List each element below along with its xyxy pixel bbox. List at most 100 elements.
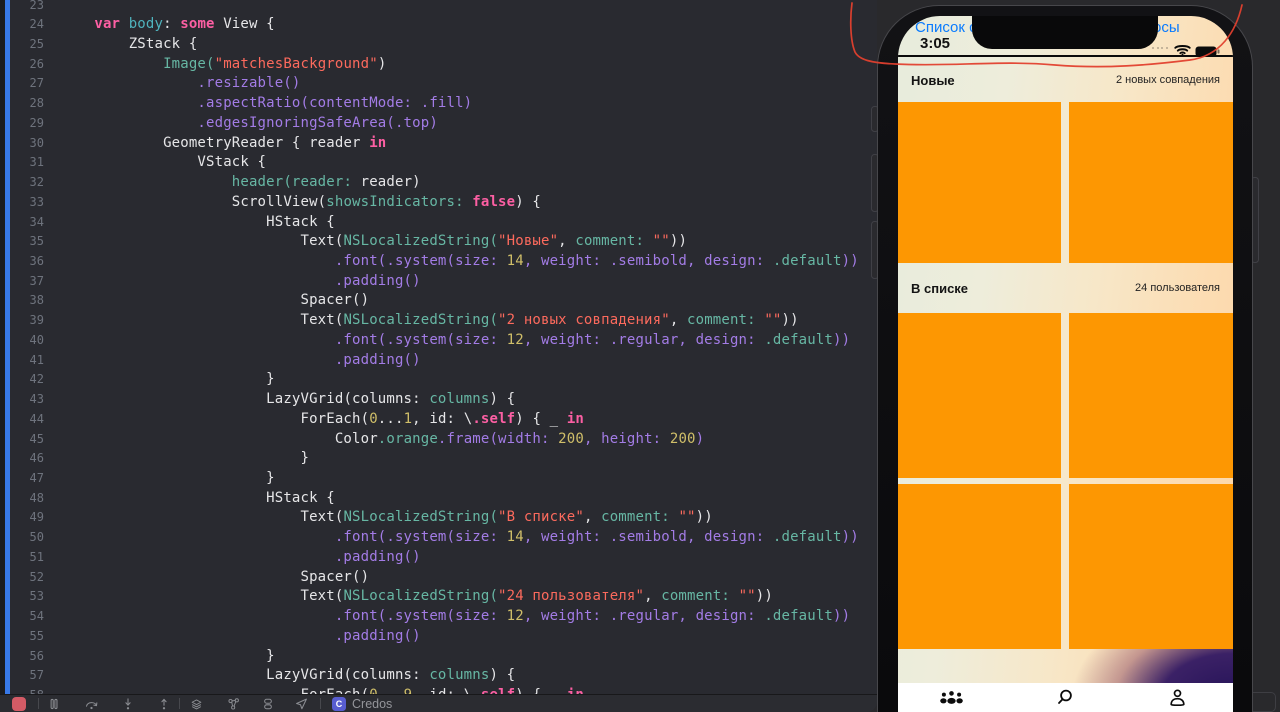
line-number: 52 (29, 569, 44, 584)
code-line-25: ZStack { (128, 35, 198, 52)
tab-bar (898, 683, 1233, 712)
line-number: 46 (29, 451, 44, 466)
location-button[interactable] (294, 696, 309, 712)
code-line-47: } (266, 470, 275, 487)
line-number: 56 (29, 648, 44, 663)
status-time: 3:05 (920, 35, 951, 52)
view-hierarchy-button[interactable] (189, 696, 204, 712)
code-line-36: .font(.system(size: 14, weight: .semibol… (334, 252, 859, 269)
divider (38, 698, 39, 709)
line-number: 25 (29, 36, 44, 51)
section-title: В списке (911, 280, 969, 296)
line-number: 27 (29, 76, 44, 91)
step-into-button[interactable] (121, 696, 135, 712)
match-cell[interactable] (1069, 102, 1233, 263)
line-number: 44 (29, 411, 44, 426)
code-line-56: } (266, 647, 275, 664)
code-line-37: .padding() (334, 272, 421, 289)
code-line-49: Text(NSLocalizedString("В списке", comme… (300, 509, 713, 526)
line-number: 47 (29, 471, 44, 486)
code-line-54: .font(.system(size: 12, weight: .regular… (334, 608, 851, 625)
line-number: 54 (29, 609, 44, 624)
line-number: 45 (29, 431, 44, 446)
tab-profile person-icon[interactable] (1168, 689, 1187, 711)
debug-graph-button[interactable] (226, 696, 241, 712)
code-line-51: .padding() (334, 548, 421, 565)
code-line-31: VStack { (197, 154, 267, 171)
divider (320, 698, 321, 709)
memory-graph-button[interactable] (261, 696, 275, 712)
line-number: 55 (29, 628, 44, 643)
match-cell[interactable] (898, 102, 1061, 263)
section-title: Новые (911, 72, 955, 88)
code-line-53: Text(NSLocalizedString("24 пользователя"… (300, 588, 773, 605)
code-line-28: .aspectRatio(contentMode: .fill) (197, 95, 473, 112)
code-line-41: .padding() (334, 351, 421, 368)
code-line-46: } (300, 450, 310, 467)
code-line-30: GeometryReader { reader in (163, 134, 387, 151)
section-meta: 2 новых совпадения (1115, 74, 1220, 86)
stop-icon (12, 697, 26, 711)
nav-button-left[interactable]: Список с (915, 19, 977, 36)
code-line-26: Image("matchesBackground") (163, 55, 387, 72)
line-number: 40 (29, 332, 44, 347)
iphone-bezel: Список с осы 3:05 Новые 2 новых совпаден… (877, 5, 1253, 712)
code-line-40: .font(.system(size: 12, weight: .regular… (334, 331, 851, 348)
line-number: 41 (29, 352, 44, 367)
xcode-window: 23 24 var body: some View {25 ZStack {26 … (0, 0, 877, 712)
line-number: 37 (29, 273, 44, 288)
line-number: 32 (29, 175, 44, 190)
code-editor[interactable]: 23 24 var body: some View {25 ZStack {26 … (0, 0, 877, 694)
match-cell[interactable] (1069, 484, 1233, 649)
section-meta: 24 пользователя (1135, 282, 1220, 294)
line-number: 57 (29, 668, 44, 683)
code-line-52: Spacer() (300, 568, 370, 585)
line-number: 50 (29, 530, 44, 545)
code-line-55: .padding() (334, 627, 421, 644)
line-number: 28 (29, 96, 44, 111)
line-number: 42 (29, 372, 44, 387)
line-number: 34 (29, 214, 44, 229)
pause-button[interactable] (47, 696, 61, 712)
code-line-42: } (266, 371, 275, 388)
screenshot-stage: 23 24 var body: some View {25 ZStack {26 … (0, 0, 1280, 712)
code-line-38: Spacer() (300, 292, 370, 309)
line-number: 26 (29, 56, 44, 71)
code-line-43: LazyVGrid(columns: columns) { (266, 391, 516, 408)
line-number: 39 (29, 313, 44, 328)
step-over-button[interactable] (84, 696, 99, 712)
code-line-39: Text(NSLocalizedString("2 новых совпаден… (300, 312, 799, 329)
line-number: 35 (29, 234, 44, 249)
navbar-divider-line (898, 55, 1233, 57)
section-header: В списке 24 пользователя (898, 263, 1233, 313)
notch (972, 16, 1158, 49)
running-app-icon: C (332, 696, 346, 712)
line-number: 30 (29, 135, 44, 150)
section-header: Новые 2 новых совпадения (898, 58, 1233, 102)
match-cell[interactable] (898, 484, 1061, 649)
code-line-29: .edgesIgnoringSafeArea(.top) (197, 114, 438, 131)
line-number: 36 (29, 253, 44, 268)
code-line-57: LazyVGrid(columns: columns) { (266, 667, 516, 684)
match-cell[interactable] (1069, 313, 1233, 478)
iphone-screen: Список с осы 3:05 Новые 2 новых совпаден… (898, 16, 1233, 712)
line-number: 31 (29, 155, 44, 170)
step-out-button[interactable] (157, 696, 171, 712)
line-number: 51 (29, 549, 44, 564)
line-number: 23 (29, 0, 44, 12)
code-line-48: HStack { (266, 489, 335, 506)
line-number: 53 (29, 589, 44, 604)
stop-button[interactable] (12, 696, 26, 712)
tab-search search-icon[interactable] (1056, 689, 1073, 711)
line-number: 33 (29, 194, 44, 209)
match-cell[interactable] (898, 313, 1061, 478)
tab-matches people-icon[interactable] (939, 689, 964, 711)
code-line-24: var body: some View { (94, 16, 275, 33)
code-line-44: ForEach(0...1, id: \.self) { _ in (300, 410, 584, 427)
debug-bar: C Credos (0, 694, 877, 712)
grid-row (898, 102, 1233, 263)
code-line-32: header(reader: reader) (231, 174, 421, 191)
running-app-name: Credos (352, 697, 393, 711)
line-number: 29 (29, 115, 44, 130)
code-line-33: ScrollView(showsIndicators: false) { (231, 193, 542, 210)
